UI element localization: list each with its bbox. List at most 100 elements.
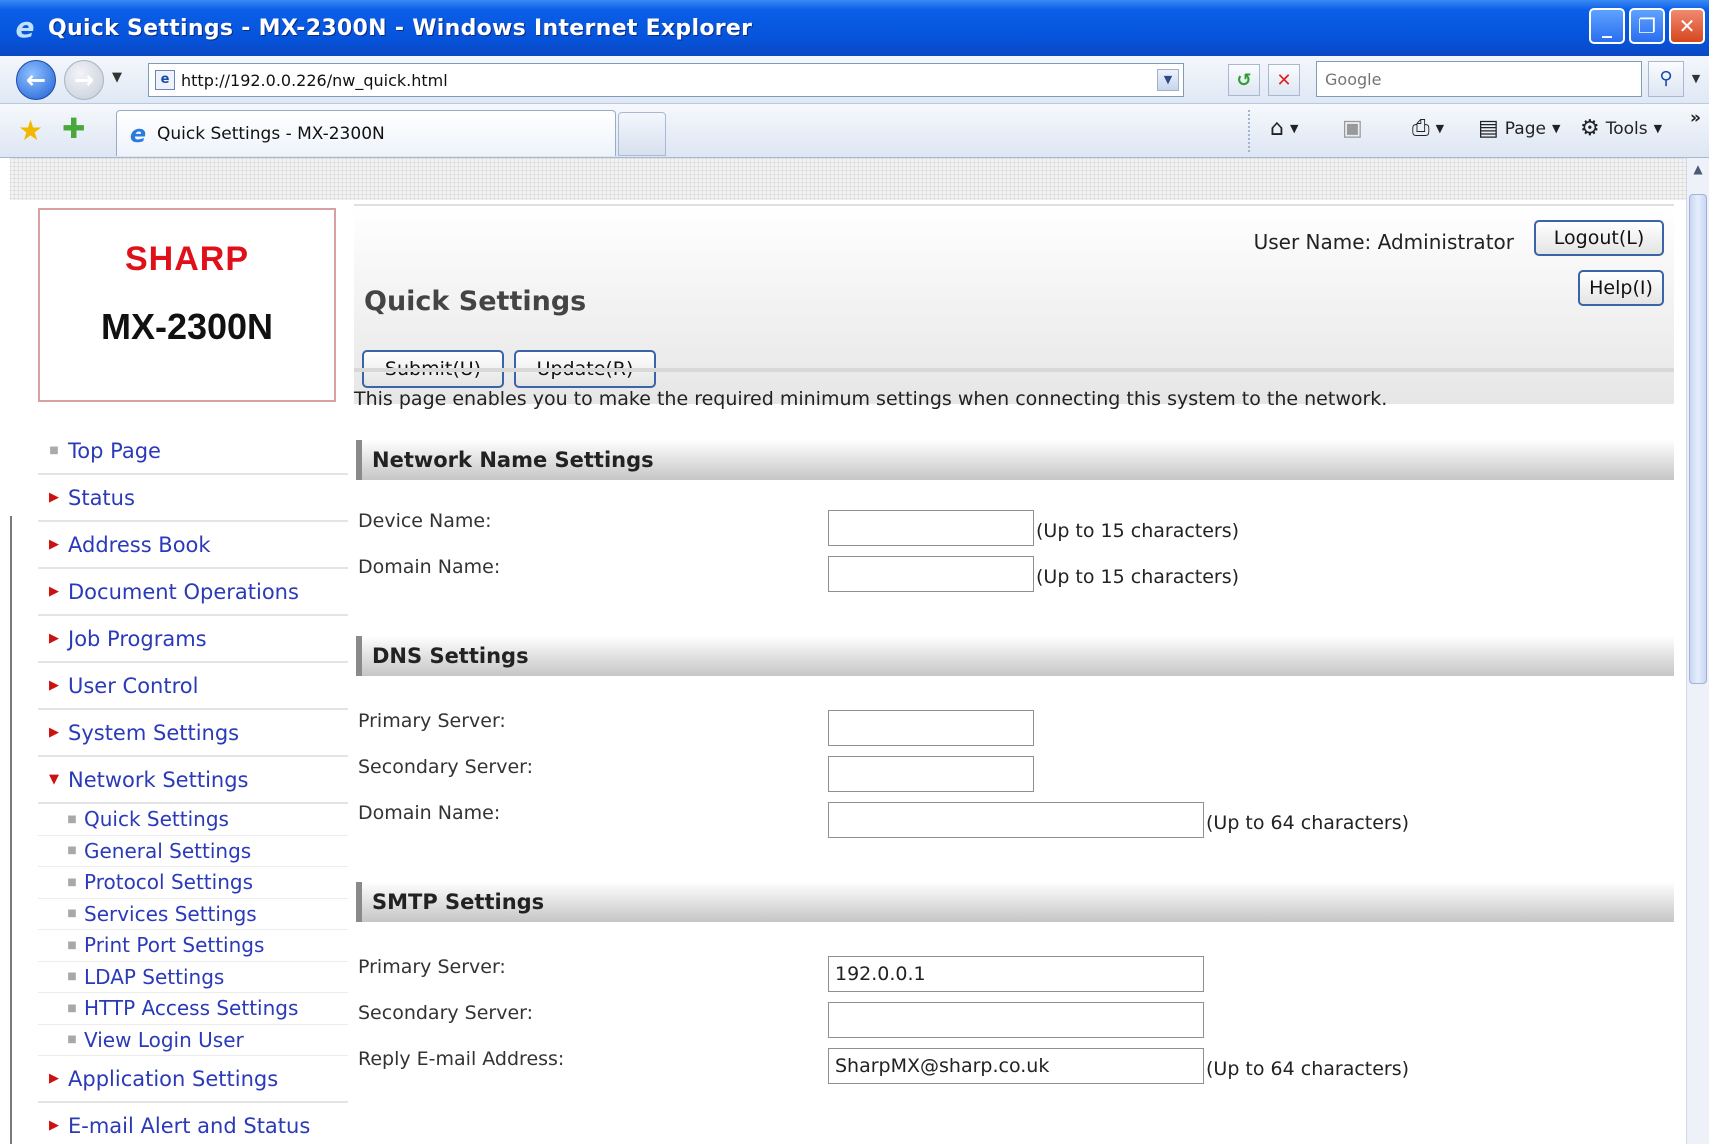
- home-button[interactable]: ⌂ ▼: [1270, 116, 1298, 141]
- sidebar-item-system-settings[interactable]: ▶ System Settings: [38, 710, 348, 757]
- window-title: Quick Settings - MX-2300N - Windows Inte…: [48, 15, 753, 41]
- bullet-square-icon: ■: [67, 845, 77, 857]
- page-menu-label: Page: [1504, 118, 1546, 139]
- tools-menu[interactable]: ⚙ Tools ▼: [1580, 116, 1662, 141]
- history-dropdown-icon[interactable]: ▼: [112, 70, 122, 85]
- forward-arrow-icon: →: [73, 66, 95, 94]
- more-commands-icon[interactable]: »: [1690, 108, 1701, 128]
- triangle-right-icon: ▶: [49, 537, 59, 552]
- sidebar-subitem-label: Protocol Settings: [84, 870, 253, 895]
- page-icon: e: [155, 70, 175, 90]
- printer-icon: ⎙: [1412, 116, 1430, 141]
- smtp-primary-label: Primary Server:: [358, 956, 506, 978]
- forward-button[interactable]: →: [64, 60, 104, 100]
- sidebar-subitem-protocol-settings[interactable]: ■ Protocol Settings: [38, 867, 348, 899]
- smtp-secondary-input[interactable]: [828, 1002, 1204, 1038]
- add-favorites-icon[interactable]: ✚: [62, 112, 85, 145]
- tab-quick-settings[interactable]: e Quick Settings - MX-2300N: [116, 110, 616, 156]
- help-button[interactable]: Help(I): [1578, 270, 1664, 306]
- window-controls: _ ❐ ✕: [1589, 8, 1705, 44]
- minimize-button[interactable]: _: [1589, 8, 1625, 44]
- dns-secondary-input[interactable]: [828, 756, 1034, 792]
- device-name-input[interactable]: [828, 510, 1034, 546]
- domain-name-input[interactable]: [828, 556, 1034, 592]
- sidebar-subitem-quick-settings[interactable]: ■ Quick Settings: [38, 804, 348, 836]
- section-smtp: SMTP Settings: [356, 882, 1674, 922]
- page-title: Quick Settings: [364, 286, 587, 317]
- dns-domain-input[interactable]: [828, 802, 1204, 838]
- intro-text: This page enables you to make the requir…: [354, 388, 1388, 410]
- dns-primary-input[interactable]: [828, 710, 1034, 746]
- tools-menu-label: Tools: [1605, 118, 1648, 139]
- sidebar-item-address-book[interactable]: ▶ Address Book: [38, 522, 348, 569]
- back-button[interactable]: ←: [16, 60, 56, 100]
- bullet-square-icon: ■: [67, 939, 77, 951]
- url-text[interactable]: http://192.0.0.226/nw_quick.html: [181, 71, 448, 90]
- reply-email-input[interactable]: [828, 1048, 1204, 1084]
- feeds-button[interactable]: ▣: [1342, 116, 1363, 141]
- bullet-square-icon: ■: [67, 1034, 77, 1046]
- bullet-square-icon: ■: [67, 876, 77, 888]
- bullet-square-icon: ■: [67, 813, 77, 825]
- tab-command-bar: ★ ✚ e Quick Settings - MX-2300N ⌂ ▼ ▣ ⎙ ▼ …: [0, 104, 1709, 158]
- sidebar-item-user-control[interactable]: ▶ User Control: [38, 663, 348, 710]
- refresh-button[interactable]: ↺: [1228, 64, 1260, 96]
- smtp-primary-input[interactable]: [828, 956, 1204, 992]
- sidebar-item-label: Status: [68, 485, 135, 510]
- sidebar-item-job-programs[interactable]: ▶ Job Programs: [38, 616, 348, 663]
- scroll-up-icon[interactable]: ▲: [1690, 162, 1706, 178]
- sidebar-item-document-operations[interactable]: ▶ Document Operations: [38, 569, 348, 616]
- address-dropdown-icon[interactable]: ▼: [1157, 69, 1179, 91]
- tab-ie-icon: e: [129, 119, 147, 148]
- sidebar-item-label: Application Settings: [68, 1066, 279, 1091]
- sidebar-item-application-settings[interactable]: ▶ Application Settings: [38, 1056, 348, 1103]
- sidebar-item-top-page[interactable]: ■ Top Page: [38, 428, 348, 475]
- sidebar-item-network-settings[interactable]: ▼ Network Settings: [38, 757, 348, 804]
- sidebar-subitem-general-settings[interactable]: ■ General Settings: [38, 835, 348, 867]
- scroll-thumb[interactable]: [1689, 194, 1707, 684]
- sidebar-subitem-label: Services Settings: [84, 901, 257, 926]
- chevron-down-icon: ▼: [1289, 122, 1299, 135]
- dns-secondary-label: Secondary Server:: [358, 756, 534, 778]
- logout-button[interactable]: Logout(L): [1534, 220, 1664, 256]
- sharp-logo: SHARP: [124, 240, 250, 278]
- favorites-star-icon[interactable]: ★: [18, 114, 43, 147]
- sidebar-item-label: Job Programs: [68, 626, 207, 651]
- triangle-right-icon: ▶: [49, 1071, 59, 1086]
- sidebar-item-email-alert-status[interactable]: ▶ E-mail Alert and Status: [38, 1103, 348, 1144]
- sidebar-subitem-label: View Login User: [84, 1027, 244, 1052]
- sidebar-subitem-ldap-settings[interactable]: ■ LDAP Settings: [38, 961, 348, 993]
- sidebar-subitem-print-port-settings[interactable]: ■ Print Port Settings: [38, 930, 348, 962]
- search-icon: ⚲: [1659, 68, 1673, 89]
- sidebar-item-label: Document Operations: [68, 579, 299, 604]
- search-box[interactable]: [1316, 61, 1642, 97]
- print-button[interactable]: ⎙ ▼: [1412, 116, 1444, 141]
- address-field[interactable]: e http://192.0.0.226/nw_quick.html ▼: [148, 63, 1184, 97]
- search-button[interactable]: ⚲: [1648, 61, 1684, 97]
- search-input[interactable]: [1317, 62, 1641, 96]
- sidebar-item-label: E-mail Alert and Status: [68, 1113, 311, 1138]
- sidebar-item-label: System Settings: [68, 720, 240, 745]
- search-options-dropdown-icon[interactable]: ▼: [1686, 61, 1706, 97]
- sidebar-subitem-view-login-user[interactable]: ■ View Login User: [38, 1024, 348, 1056]
- smtp-secondary-label: Secondary Server:: [358, 1002, 534, 1024]
- restore-button[interactable]: ❐: [1629, 8, 1665, 44]
- close-button[interactable]: ✕: [1669, 8, 1705, 44]
- triangle-right-icon: ▶: [49, 490, 59, 505]
- sidebar-subitem-http-access-settings[interactable]: ■ HTTP Access Settings: [38, 993, 348, 1025]
- stop-button[interactable]: ✕: [1268, 64, 1300, 96]
- domain-name-label: Domain Name:: [358, 556, 501, 578]
- left-edge-line: [10, 516, 12, 1144]
- page-menu[interactable]: ▤ Page ▼: [1478, 116, 1560, 141]
- chevron-down-icon: ▼: [1551, 122, 1561, 135]
- reply-email-label: Reply E-mail Address:: [358, 1048, 565, 1070]
- home-icon: ⌂: [1270, 116, 1284, 141]
- new-tab-button[interactable]: [618, 112, 666, 156]
- web-page: SHARP MX-2300N ■ Top Page ▶ Status ▶ Add…: [10, 158, 1686, 1144]
- back-arrow-icon: ←: [25, 66, 47, 94]
- bullet-square-icon: ■: [67, 1002, 77, 1014]
- triangle-down-icon: ▼: [49, 772, 59, 787]
- vertical-scrollbar[interactable]: ▲: [1686, 158, 1709, 1144]
- sidebar-subitem-services-settings[interactable]: ■ Services Settings: [38, 898, 348, 930]
- sidebar-item-status[interactable]: ▶ Status: [38, 475, 348, 522]
